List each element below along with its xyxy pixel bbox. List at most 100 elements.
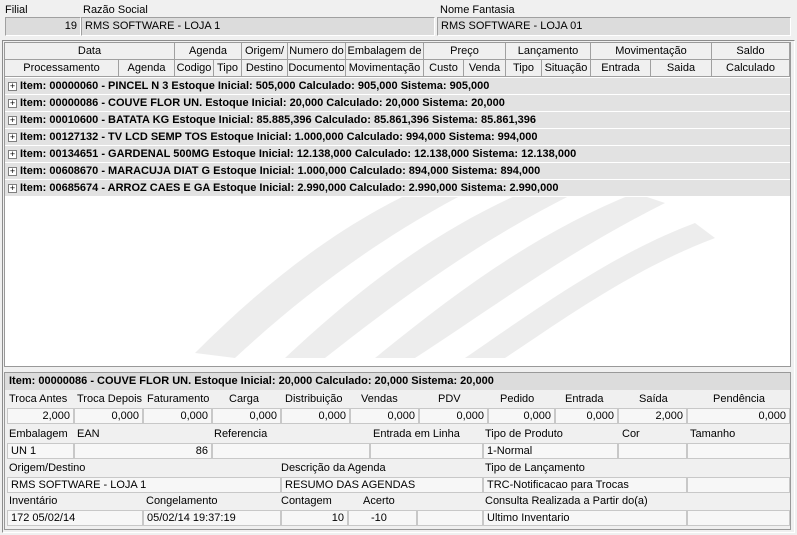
expand-icon[interactable]: + bbox=[8, 133, 17, 142]
label-descricao-agenda: Descrição da Agenda bbox=[281, 462, 386, 474]
header-movimentacao[interactable]: Movimentação bbox=[591, 43, 712, 60]
subheader-saida[interactable]: Saida bbox=[651, 60, 712, 77]
header-saldo[interactable]: Saldo bbox=[712, 43, 790, 60]
nome-fantasia-label: Nome Fantasia bbox=[440, 4, 515, 16]
expand-icon[interactable]: + bbox=[8, 116, 17, 125]
value-distribuicao: 0,000 bbox=[281, 408, 350, 424]
header-origem[interactable]: Origem/ bbox=[242, 43, 288, 60]
razao-social-label: Razão Social bbox=[83, 4, 148, 16]
value-embalagem: UN 1 bbox=[7, 443, 74, 459]
label-pedido: Pedido bbox=[500, 393, 535, 405]
label-pendencia: Pendência bbox=[713, 393, 765, 405]
value-pedido: 0,000 bbox=[488, 408, 555, 424]
subheader-situacao[interactable]: Situação bbox=[542, 60, 591, 77]
label-acerto: Acerto bbox=[363, 495, 395, 507]
expand-icon[interactable]: + bbox=[8, 82, 17, 91]
subheader-lanc-tipo[interactable]: Tipo bbox=[506, 60, 542, 77]
label-referencia: Referencia bbox=[214, 428, 268, 440]
header-data[interactable]: Data bbox=[5, 43, 175, 60]
value-contagem: 10 bbox=[281, 510, 348, 526]
label-tipo-produto: Tipo de Produto bbox=[485, 428, 563, 440]
value-pdv: 0,000 bbox=[419, 408, 488, 424]
label-cor: Cor bbox=[622, 428, 640, 440]
label-entrada: Entrada bbox=[565, 393, 604, 405]
value-referencia bbox=[212, 443, 370, 459]
header-preco[interactable]: Preço bbox=[424, 43, 506, 60]
value-consulta: Ultimo Inventario bbox=[483, 510, 687, 526]
value-saida: 2,000 bbox=[618, 408, 687, 424]
value-vendas: 0,000 bbox=[350, 408, 419, 424]
header-embalagem[interactable]: Embalagem de bbox=[346, 43, 424, 60]
value-entrada-linha bbox=[370, 443, 483, 459]
label-tipo-lancamento: Tipo de Lançamento bbox=[485, 462, 585, 474]
value-carga: 0,000 bbox=[212, 408, 281, 424]
label-entrada-linha: Entrada em Linha bbox=[373, 428, 460, 440]
header-numero[interactable]: Numero do bbox=[288, 43, 346, 60]
value-troca-depois: 0,000 bbox=[74, 408, 143, 424]
subheader-codigo[interactable]: Codigo bbox=[175, 60, 214, 77]
value-congelamento: 05/02/14 19:37:19 bbox=[143, 510, 281, 526]
subheader-documento[interactable]: Documento bbox=[288, 60, 346, 77]
filial-label: Filial bbox=[5, 4, 28, 16]
detail-title: Item: 00000086 - COUVE FLOR UN. Estoque … bbox=[5, 373, 790, 390]
value-tamanho bbox=[687, 443, 790, 459]
grid-row[interactable]: + Item: 00127132 - TV LCD SEMP TOS Estoqu… bbox=[5, 129, 790, 146]
razao-social-field[interactable]: RMS SOFTWARE - LOJA 1 bbox=[81, 17, 435, 36]
value-consulta-extra bbox=[687, 510, 790, 526]
value-tipo-lancamento: TRC-Notificacao para Trocas bbox=[483, 477, 687, 493]
subheader-processamento[interactable]: Processamento bbox=[5, 60, 119, 77]
header-lancamento[interactable]: Lançamento bbox=[506, 43, 591, 60]
subheader-custo[interactable]: Custo bbox=[424, 60, 464, 77]
grid-row[interactable]: + Item: 00010600 - BATATA KG Estoque Inic… bbox=[5, 112, 790, 129]
value-acerto-extra bbox=[417, 510, 483, 526]
filial-field[interactable]: 19 bbox=[5, 17, 81, 36]
label-distribuicao: Distribuição bbox=[285, 393, 343, 405]
subheader-venda[interactable]: Venda bbox=[464, 60, 506, 77]
label-tamanho: Tamanho bbox=[690, 428, 736, 440]
nome-fantasia-field[interactable]: RMS SOFTWARE - LOJA 01 bbox=[437, 17, 791, 36]
value-inventario: 172 05/02/14 bbox=[7, 510, 143, 526]
value-entrada: 0,000 bbox=[555, 408, 618, 424]
expand-icon[interactable]: + bbox=[8, 150, 17, 159]
label-saida: Saída bbox=[639, 393, 668, 405]
expand-icon[interactable]: + bbox=[8, 167, 17, 176]
label-contagem: Contagem bbox=[281, 495, 332, 507]
value-cor bbox=[618, 443, 687, 459]
subheader-agenda[interactable]: Agenda bbox=[119, 60, 175, 77]
value-origem-destino: RMS SOFTWARE - LOJA 1 bbox=[7, 477, 281, 493]
subheader-calculado[interactable]: Calculado bbox=[712, 60, 790, 77]
expand-icon[interactable]: + bbox=[8, 99, 17, 108]
value-ean: 86 bbox=[74, 443, 212, 459]
grid-row[interactable]: + Item: 00608670 - MARACUJA DIAT G Estoqu… bbox=[5, 163, 790, 180]
grid-row[interactable]: + Item: 00000086 - COUVE FLOR UN. Estoque… bbox=[5, 95, 790, 112]
label-consulta: Consulta Realizada a Partir do(a) bbox=[485, 495, 648, 507]
value-troca-antes: 2,000 bbox=[7, 408, 74, 424]
label-congelamento: Congelamento bbox=[146, 495, 218, 507]
subheader-entrada[interactable]: Entrada bbox=[591, 60, 651, 77]
label-pdv: PDV bbox=[438, 393, 461, 405]
expand-icon[interactable]: + bbox=[8, 184, 17, 193]
label-embalagem: Embalagem bbox=[9, 428, 68, 440]
label-carga: Carga bbox=[229, 393, 259, 405]
label-troca-antes: Troca Antes bbox=[9, 393, 68, 405]
value-tipo-produto: 1-Normal bbox=[483, 443, 618, 459]
grid-row[interactable]: + Item: 00000060 - PINCEL N 3 Estoque Ini… bbox=[5, 78, 790, 95]
label-ean: EAN bbox=[77, 428, 100, 440]
subheader-movimentacao[interactable]: Movimentação bbox=[346, 60, 424, 77]
subheader-tipo[interactable]: Tipo bbox=[214, 60, 242, 77]
detail-panel: Item: 00000086 - COUVE FLOR UN. Estoque … bbox=[4, 372, 791, 530]
value-faturamento: 0,000 bbox=[143, 408, 212, 424]
header-agenda[interactable]: Agenda bbox=[175, 43, 242, 60]
value-tipo-lancamento-extra bbox=[687, 477, 790, 493]
label-vendas: Vendas bbox=[361, 393, 398, 405]
value-pendencia: 0,000 bbox=[687, 408, 790, 424]
label-origem-destino: Origem/Destino bbox=[9, 462, 86, 474]
grid-row[interactable]: + Item: 00685674 - ARROZ CAES E GA Estoqu… bbox=[5, 180, 790, 197]
movement-grid[interactable]: Data Agenda Origem/ Numero do Embalagem … bbox=[4, 42, 791, 367]
label-faturamento: Faturamento bbox=[147, 393, 210, 405]
value-acerto: -10 bbox=[348, 510, 417, 526]
grid-row[interactable]: + Item: 00134651 - GARDENAL 500MG Estoque… bbox=[5, 146, 790, 163]
subheader-destino[interactable]: Destino bbox=[242, 60, 288, 77]
value-descricao-agenda: RESUMO DAS AGENDAS bbox=[281, 477, 483, 493]
label-inventario: Inventário bbox=[9, 495, 58, 507]
